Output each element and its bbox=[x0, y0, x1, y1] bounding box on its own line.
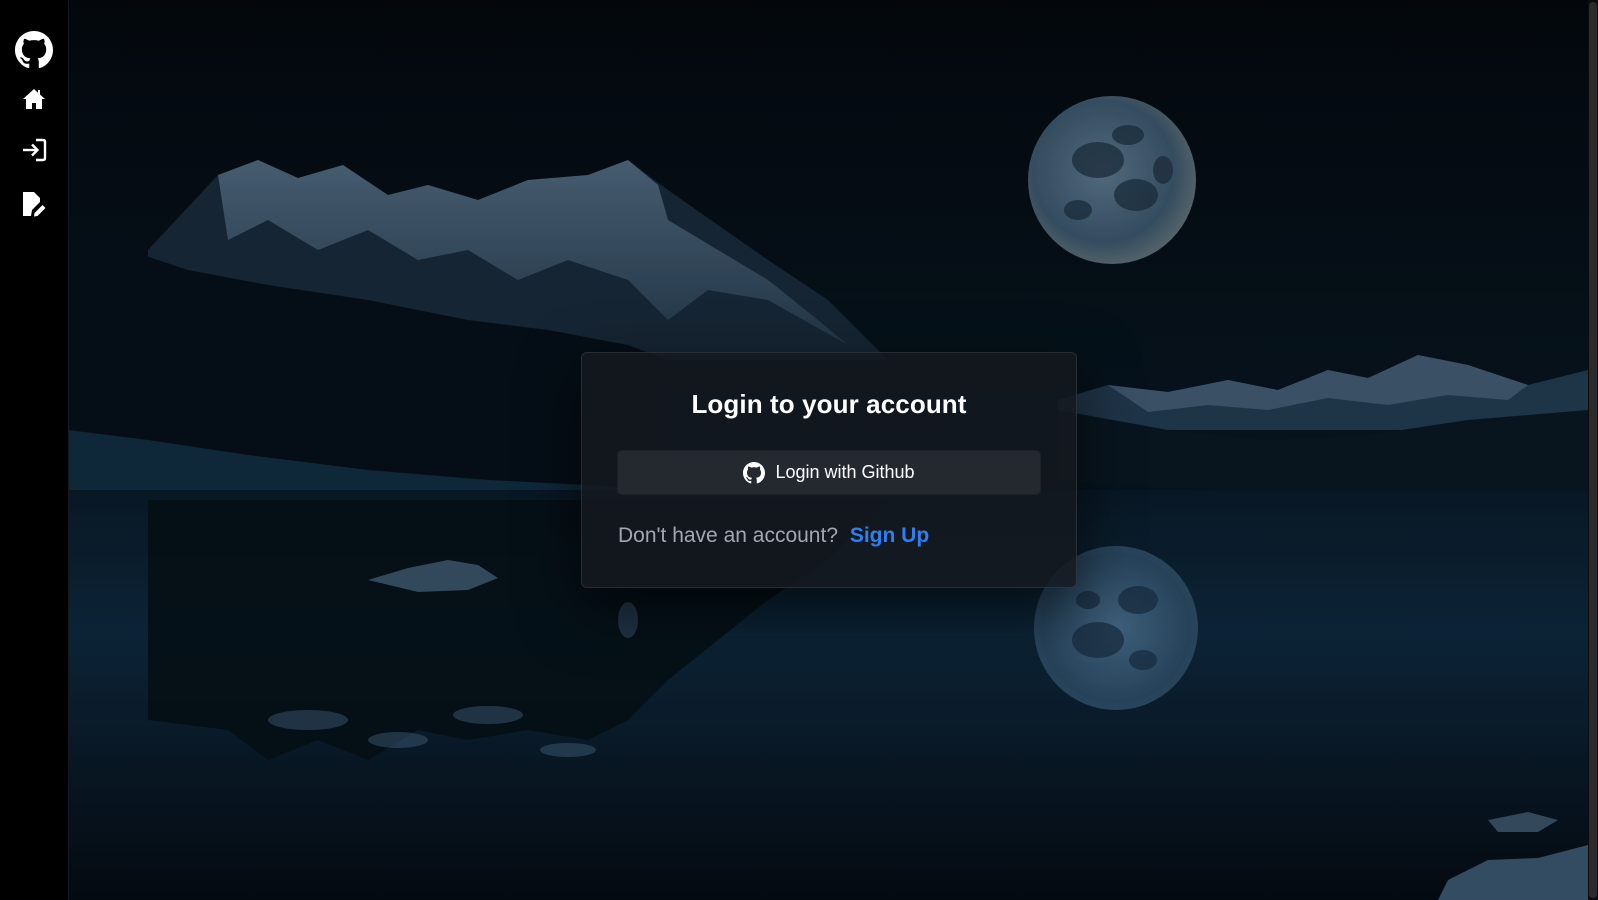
login-title: Login to your account bbox=[691, 389, 967, 419]
edit-document-icon bbox=[23, 192, 46, 217]
login-card: Login to your account Login with Github … bbox=[581, 352, 1077, 588]
signup-prompt: Don't have an account? bbox=[618, 524, 838, 547]
page-scrollbar[interactable] bbox=[1588, 0, 1598, 900]
app-root: Login to your account Login with Github … bbox=[0, 0, 1598, 900]
scrollbar-thumb[interactable] bbox=[1589, 2, 1597, 898]
sidebar-item-login[interactable] bbox=[14, 130, 54, 170]
github-icon bbox=[743, 461, 766, 484]
login-with-github-button[interactable]: Login with Github bbox=[617, 450, 1041, 495]
github-icon bbox=[15, 31, 53, 69]
login-icon bbox=[23, 138, 47, 162]
signup-link[interactable]: Sign Up bbox=[850, 524, 929, 547]
sidebar-item-signup[interactable] bbox=[14, 184, 54, 224]
home-icon bbox=[23, 89, 45, 109]
signup-row: Don't have an account? Sign Up bbox=[618, 524, 929, 548]
github-button-label: Login with Github bbox=[775, 462, 915, 482]
sidebar-item-github[interactable] bbox=[14, 30, 54, 70]
sidebar-item-home[interactable] bbox=[14, 79, 54, 119]
sidebar bbox=[0, 0, 69, 900]
